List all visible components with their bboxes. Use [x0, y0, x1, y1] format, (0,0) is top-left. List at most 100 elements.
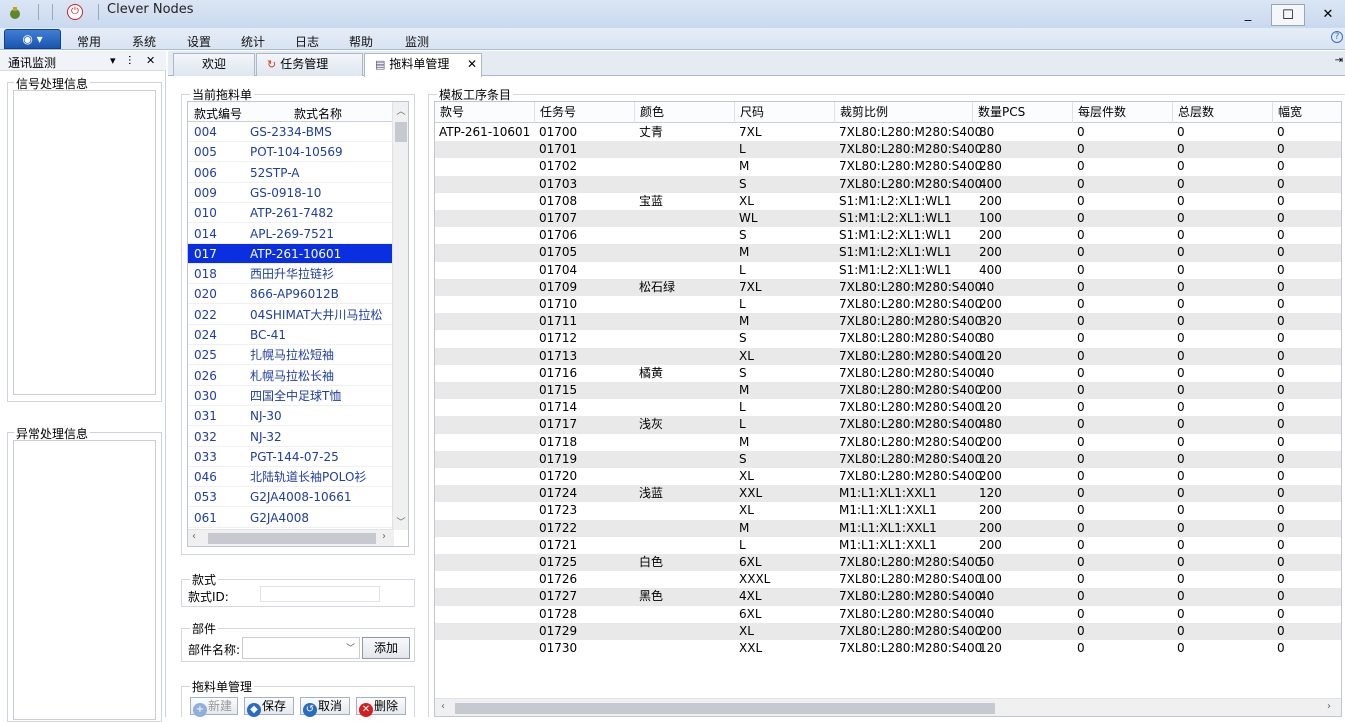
- scroll-left-icon[interactable]: ‹: [192, 531, 196, 542]
- save-button[interactable]: ◆ 保存: [244, 697, 294, 717]
- close-button[interactable]: ✕: [1311, 4, 1345, 26]
- table-row[interactable]: 01714 L 7XL80:L280:M280:S400 120 0 0 0: [435, 399, 1341, 416]
- new-button[interactable]: + 新建: [190, 697, 238, 717]
- scroll-thumb[interactable]: [455, 703, 995, 714]
- table-row[interactable]: 01727 黑色 4XL 7XL80:L280:M280:S400 40 0 0 0: [435, 588, 1341, 606]
- exception-info-box[interactable]: [13, 440, 156, 720]
- col-quantity[interactable]: 数量PCS: [973, 102, 1073, 123]
- table-row[interactable]: 01713 XL 7XL80:L280:M280:S400 120 0 0 0: [435, 347, 1341, 365]
- col-total-layers[interactable]: 总层数: [1173, 102, 1273, 123]
- style-list-hscroll[interactable]: ‹ ›: [188, 529, 394, 546]
- style-list-vscroll[interactable]: ︿ ﹀: [392, 102, 408, 530]
- template-grid-hscroll[interactable]: ‹ ›: [435, 698, 1341, 716]
- help-icon[interactable]: ?: [1331, 31, 1343, 43]
- dropdown-icon[interactable]: ▾: [110, 54, 116, 67]
- list-item[interactable]: 009 GS-0918-10: [188, 183, 394, 203]
- list-item[interactable]: 020 866-AP96012B: [188, 284, 394, 305]
- tab-sheet-management[interactable]: ▤ 拖料单管理 ✕: [364, 53, 482, 77]
- table-row[interactable]: 01717 浅灰 L 7XL80:L280:M280:S400 480 0 0 0: [435, 416, 1341, 434]
- table-row[interactable]: 01730 XXL 7XL80:L280:M280:S400 120 0 0 0: [435, 640, 1341, 657]
- table-row[interactable]: 01705 M S1:M1:L2:XL1:WL1 200 0 0 0: [435, 244, 1341, 262]
- list-item[interactable]: 061 G2JA4008: [188, 508, 394, 528]
- table-row[interactable]: 01725 白色 6XL 7XL80:L280:M280:S400 50 0 0 0: [435, 554, 1341, 572]
- table-row[interactable]: 01724 浅蓝 XXL M1:L1:XL1:XXL1 120 0 0 0: [435, 485, 1341, 503]
- scroll-right-icon[interactable]: ›: [1327, 701, 1331, 712]
- menu-statistics[interactable]: 统计: [241, 33, 265, 50]
- table-row[interactable]: ATP-261-10601 01700 丈青 7XL 7XL80:L280:M280:S…: [435, 124, 1341, 141]
- delete-button[interactable]: ✕ 删除: [356, 697, 406, 717]
- list-item[interactable]: 018 西田升华拉链衫: [188, 264, 394, 285]
- list-item[interactable]: 025 扎幌马拉松短袖: [188, 345, 394, 366]
- close-tab-icon[interactable]: ✕: [467, 54, 477, 74]
- table-row[interactable]: 01712 S 7XL80:L280:M280:S400 80 0 0 0: [435, 330, 1341, 347]
- pin-icon[interactable]: ⵗ: [128, 54, 132, 67]
- menu-help[interactable]: 帮助: [349, 33, 373, 50]
- scroll-right-icon[interactable]: ›: [382, 531, 386, 542]
- table-row[interactable]: 01702 M 7XL80:L280:M280:S400 280 0 0 0: [435, 158, 1341, 175]
- table-row[interactable]: 01706 S S1:M1:L2:XL1:WL1 200 0 0 0: [435, 227, 1341, 244]
- col-cut-ratio[interactable]: 裁剪比例: [835, 102, 973, 123]
- table-row[interactable]: 01722 M M1:L1:XL1:XXL1 200 0 0 0: [435, 519, 1341, 537]
- maximize-button[interactable]: ☐: [1271, 4, 1305, 26]
- col-model-no[interactable]: 款号: [435, 102, 535, 123]
- table-row[interactable]: 01703 S 7XL80:L280:M280:S400 400 0 0 0: [435, 175, 1341, 193]
- app-menu-button[interactable]: ◉ ▾: [4, 29, 61, 49]
- power-quick-icon[interactable]: ⏻: [67, 4, 83, 20]
- menu-log[interactable]: 日志: [295, 33, 319, 50]
- tab-overflow-icon[interactable]: ⇥: [1335, 55, 1343, 66]
- list-item[interactable]: 014 APL-269-7521: [188, 224, 394, 244]
- menu-monitor[interactable]: 监测: [405, 33, 429, 50]
- scroll-thumb[interactable]: [395, 122, 407, 142]
- menu-system[interactable]: 系统: [132, 33, 156, 50]
- table-row[interactable]: 01711 M 7XL80:L280:M280:S400 320 0 0 0: [435, 313, 1341, 331]
- list-item[interactable]: 006 52STP-A: [188, 163, 394, 183]
- col-style-code[interactable]: 款式编号: [194, 105, 242, 122]
- table-row[interactable]: 01723 XL M1:L1:XL1:XXL1 200 0 0 0: [435, 502, 1341, 519]
- table-row[interactable]: 01707 WL S1:M1:L2:XL1:WL1 100 0 0 0: [435, 210, 1341, 228]
- cancel-button[interactable]: ↺ 取消: [300, 697, 350, 717]
- table-row[interactable]: 01708 宝蓝 XL S1:M1:L2:XL1:WL1 200 0 0 0: [435, 193, 1341, 210]
- col-style-name[interactable]: 款式名称: [294, 105, 342, 122]
- scroll-up-icon[interactable]: ︿: [393, 104, 408, 117]
- table-row[interactable]: 01729 XL 7XL80:L280:M280:S400 200 0 0 0: [435, 622, 1341, 640]
- table-row[interactable]: 01719 S 7XL80:L280:M280:S400 120 0 0 0: [435, 450, 1341, 468]
- list-item[interactable]: 026 札幌马拉松长袖: [188, 366, 394, 386]
- list-item[interactable]: 022 04SHIMAT大井川马拉松: [188, 305, 394, 325]
- add-part-button[interactable]: 添加: [362, 637, 410, 659]
- scroll-left-icon[interactable]: ‹: [441, 701, 445, 712]
- table-row[interactable]: 01709 松石绿 7XL 7XL80:L280:M280:S400 40 0 0 0: [435, 278, 1341, 296]
- tab-welcome[interactable]: 欢迎: [173, 53, 255, 76]
- table-row[interactable]: 01716 橘黄 S 7XL80:L280:M280:S400 40 0 0 0: [435, 365, 1341, 382]
- scroll-thumb[interactable]: [208, 533, 376, 544]
- table-row[interactable]: 01704 L S1:M1:L2:XL1:WL1 400 0 0 0: [435, 262, 1341, 279]
- col-size[interactable]: 尺码: [735, 102, 835, 123]
- col-color[interactable]: 颜色: [635, 102, 735, 123]
- table-row[interactable]: 01728 6XL 7XL80:L280:M280:S400 40 0 0 0: [435, 606, 1341, 623]
- list-item[interactable]: 032 NJ-32: [188, 427, 394, 447]
- style-list[interactable]: 款式编号 款式名称 004 GS-2334-BMS 005 POT-104-10569…: [187, 101, 409, 547]
- scroll-down-icon[interactable]: ﹀: [393, 515, 408, 528]
- signal-info-box[interactable]: [13, 90, 156, 395]
- list-item[interactable]: 046 北陆轨道长袖POLO衫: [188, 467, 394, 488]
- tab-task-management[interactable]: ↻ 任务管理: [256, 53, 363, 76]
- col-width[interactable]: 幅宽: [1273, 102, 1341, 123]
- table-row[interactable]: 01718 M 7XL80:L280:M280:S400 200 0 0 0: [435, 434, 1341, 451]
- list-item[interactable]: 004 GS-2334-BMS: [188, 122, 394, 142]
- part-name-select[interactable]: ﹀: [242, 637, 360, 659]
- list-item[interactable]: 030 四国全中足球T恤: [188, 386, 394, 406]
- list-item[interactable]: 005 POT-104-10569: [188, 142, 394, 163]
- list-item[interactable]: 017 ATP-261-10601: [188, 243, 394, 264]
- table-row[interactable]: 01710 L 7XL80:L280:M280:S400 200 0 0 0: [435, 296, 1341, 313]
- list-item[interactable]: 031 NJ-30: [188, 406, 394, 427]
- close-panel-icon[interactable]: ✕: [146, 54, 155, 67]
- list-item[interactable]: 053 G2JA4008-10661: [188, 487, 394, 508]
- table-row[interactable]: 01721 L M1:L1:XL1:XXL1 200 0 0 0: [435, 537, 1341, 554]
- template-grid[interactable]: 款号 任务号 颜色 尺码 裁剪比例 数量PCS 每层件数 总层数 幅宽 ATP-…: [434, 101, 1342, 717]
- minimize-button[interactable]: _: [1231, 4, 1265, 26]
- table-row[interactable]: 01701 L 7XL80:L280:M280:S400 280 0 0 0: [435, 141, 1341, 159]
- table-row[interactable]: 01715 M 7XL80:L280:M280:S400 200 0 0 0: [435, 382, 1341, 400]
- menu-common[interactable]: 常用: [77, 33, 101, 50]
- col-task-no[interactable]: 任务号: [535, 102, 635, 123]
- table-row[interactable]: 01720 XL 7XL80:L280:M280:S400 200 0 0 0: [435, 468, 1341, 485]
- menu-settings[interactable]: 设置: [187, 33, 211, 50]
